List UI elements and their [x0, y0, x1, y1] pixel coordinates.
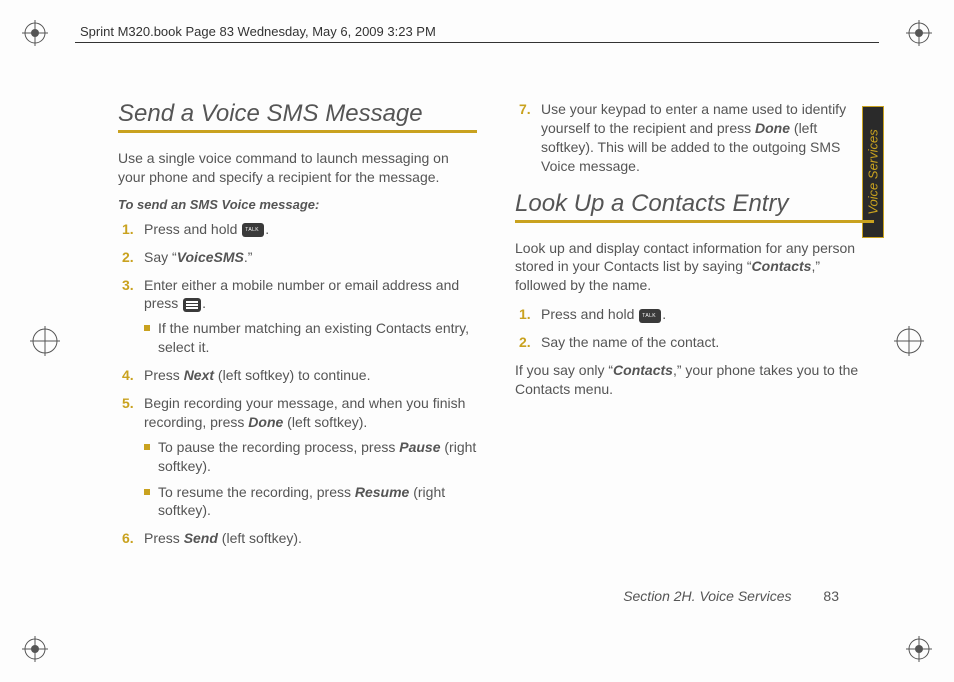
registration-mark-icon	[894, 326, 924, 356]
crop-mark-icon	[22, 20, 48, 46]
registration-mark-icon	[30, 326, 60, 356]
talk-key-icon	[242, 223, 264, 237]
step-item: Press Next (left softkey) to continue.	[122, 366, 477, 385]
step-item: Say the name of the contact.	[519, 333, 874, 352]
section-heading-lookup-contacts: Look Up a Contacts Entry	[515, 190, 874, 223]
section-heading-voice-sms: Send a Voice SMS Message	[118, 100, 477, 133]
step-item: Press Send (left softkey).	[122, 529, 477, 548]
steps-list: Press and hold . Say the name of the con…	[515, 305, 874, 352]
page-content: Send a Voice SMS Message Use a single vo…	[118, 100, 874, 612]
sub-list: If the number matching an existing Conta…	[144, 319, 477, 357]
intro-text: Look up and display contact information …	[515, 239, 874, 296]
step-item: Begin recording your message, and when y…	[122, 394, 477, 520]
right-column: Use your keypad to enter a name used to …	[515, 100, 874, 612]
page-number: 83	[823, 588, 839, 604]
sub-item: To pause the recording process, press Pa…	[144, 438, 477, 476]
sub-list: To pause the recording process, press Pa…	[144, 438, 477, 521]
sub-item: To resume the recording, press Resume (r…	[144, 483, 477, 521]
header-rule	[75, 42, 879, 43]
step-item: Press and hold .	[519, 305, 874, 324]
crop-mark-icon	[906, 20, 932, 46]
step-item: Use your keypad to enter a name used to …	[519, 100, 874, 176]
talk-key-icon	[639, 309, 661, 323]
step-item: Say “VoiceSMS.”	[122, 248, 477, 267]
left-column: Send a Voice SMS Message Use a single vo…	[118, 100, 477, 612]
crop-mark-icon	[906, 636, 932, 662]
sub-item: If the number matching an existing Conta…	[144, 319, 477, 357]
footer-section: Section 2H. Voice Services	[623, 588, 791, 604]
step-item: Enter either a mobile number or email ad…	[122, 276, 477, 358]
framemaker-header: Sprint M320.book Page 83 Wednesday, May …	[80, 24, 436, 39]
page-footer: Section 2H. Voice Services 83	[623, 588, 839, 604]
step-item: Press and hold .	[122, 220, 477, 239]
menu-ok-key-icon	[183, 298, 201, 312]
steps-list: Press and hold . Say “VoiceSMS.” Enter e…	[118, 220, 477, 548]
crop-mark-icon	[22, 636, 48, 662]
outro-text: If you say only “Contacts,” your phone t…	[515, 361, 874, 399]
steps-list-continued: Use your keypad to enter a name used to …	[515, 100, 874, 176]
procedure-subhead: To send an SMS Voice message:	[118, 197, 477, 212]
intro-text: Use a single voice command to launch mes…	[118, 149, 477, 187]
